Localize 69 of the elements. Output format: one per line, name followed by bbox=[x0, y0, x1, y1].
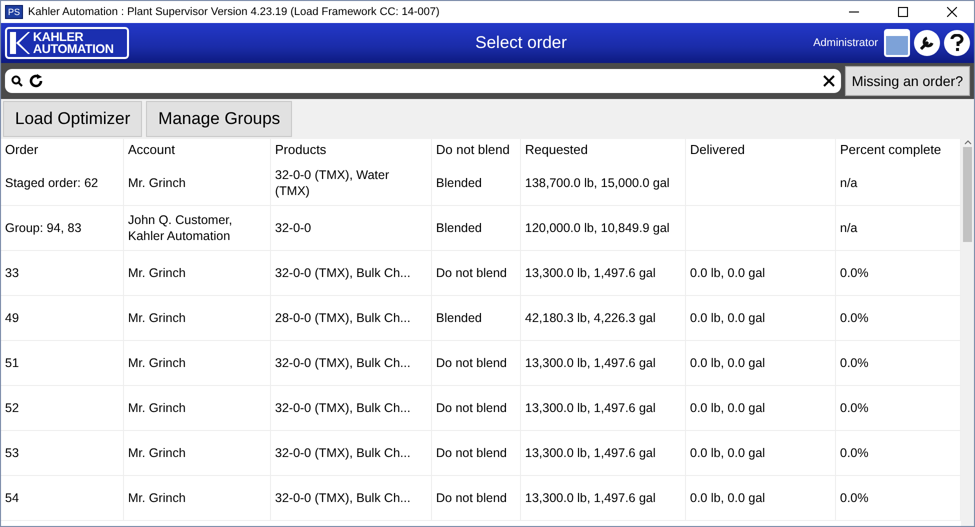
search-icon bbox=[11, 75, 23, 87]
help-icon[interactable] bbox=[944, 30, 970, 56]
table-cell: 0.0 lb, 0.0 gal bbox=[686, 296, 836, 341]
table-cell: Mr. Grinch bbox=[124, 251, 271, 296]
scrollbar[interactable] bbox=[961, 139, 974, 526]
table-cell: 32-0-0 (TMX), Bulk Ch... bbox=[271, 341, 432, 386]
table-cell: Do not blend bbox=[432, 476, 521, 521]
action-button[interactable]: Load Optimizer bbox=[3, 101, 142, 137]
table-cell: 0.0 lb, 0.0 gal bbox=[686, 251, 836, 296]
table-cell: 51 bbox=[1, 341, 124, 386]
table-cell: Blended bbox=[432, 161, 521, 206]
table-cell: Do not blend bbox=[432, 251, 521, 296]
column-header[interactable]: Requested bbox=[521, 139, 686, 161]
table-cell: 33 bbox=[1, 251, 124, 296]
table-cell: Mr. Grinch bbox=[124, 161, 271, 206]
column-header[interactable]: Delivered bbox=[686, 139, 836, 161]
table-cell: 54 bbox=[1, 476, 124, 521]
table-cell: 32-0-0 (TMX), Water (TMX) bbox=[271, 161, 432, 206]
table-cell: 42,180.3 lb, 4,226.3 gal bbox=[521, 296, 686, 341]
table-cell: Group: 94, 83 bbox=[1, 206, 124, 251]
search-field[interactable] bbox=[5, 69, 841, 93]
table-cell: John Q. Customer, Kahler Automation bbox=[124, 206, 271, 251]
table-cell: 13,300.0 lb, 1,497.6 gal bbox=[521, 431, 686, 476]
column-header[interactable]: Products bbox=[271, 139, 432, 161]
table-cell: 138,700.0 lb, 15,000.0 gal bbox=[521, 161, 686, 206]
table-cell: 32-0-0 bbox=[271, 206, 432, 251]
table-cell: Do not blend bbox=[432, 431, 521, 476]
scroll-thumb[interactable] bbox=[963, 147, 972, 242]
table-cell: 0.0 lb, 0.0 gal bbox=[686, 341, 836, 386]
table-cell: Do not blend bbox=[432, 341, 521, 386]
table-cell: Mr. Grinch bbox=[124, 296, 271, 341]
table-cell: 32-0-0 (TMX), Bulk Ch... bbox=[271, 431, 432, 476]
table-cell: 0.0 lb, 0.0 gal bbox=[686, 431, 836, 476]
table-cell: 13,300.0 lb, 1,497.6 gal bbox=[521, 251, 686, 296]
table-cell: 52 bbox=[1, 386, 124, 431]
column-header[interactable]: Do not blend bbox=[432, 139, 521, 161]
table-cell: 32-0-0 (TMX), Bulk Ch... bbox=[271, 251, 432, 296]
table-cell: 13,300.0 lb, 1,497.6 gal bbox=[521, 386, 686, 431]
table-cell: Blended bbox=[432, 206, 521, 251]
table-cell: Staged order: 62 bbox=[1, 161, 124, 206]
table-cell: 13,300.0 lb, 1,497.6 gal bbox=[521, 341, 686, 386]
table-cell: Mr. Grinch bbox=[124, 476, 271, 521]
table-cell: 0.0 lb, 0.0 gal bbox=[686, 476, 836, 521]
table-cell: Blended bbox=[432, 296, 521, 341]
app-icon: PS bbox=[5, 5, 24, 19]
page-title: Select order bbox=[474, 33, 568, 53]
table-cell: 28-0-0 (TMX), Bulk Ch... bbox=[271, 296, 432, 341]
scroll-up-icon[interactable] bbox=[964, 139, 972, 145]
table-cell: 32-0-0 (TMX), Bulk Ch... bbox=[271, 386, 432, 431]
user-name: Administrator bbox=[813, 37, 878, 49]
table-cell: 120,000.0 lb, 10,849.9 gal bbox=[521, 206, 686, 251]
clear-icon[interactable] bbox=[822, 75, 835, 87]
table-cell: 32-0-0 (TMX), Bulk Ch... bbox=[271, 476, 432, 521]
table-cell: Mr. Grinch bbox=[124, 431, 271, 476]
column-header[interactable]: Order bbox=[1, 139, 124, 161]
window-title: Kahler Automation : Plant Supervisor Version 4.23.19 (Load Framework CC: 14-007) bbox=[28, 6, 441, 18]
table-cell: 49 bbox=[1, 296, 124, 341]
table-cell: 53 bbox=[1, 431, 124, 476]
table-cell: 13,300.0 lb, 1,497.6 gal bbox=[521, 476, 686, 521]
table-cell: Do not blend bbox=[432, 386, 521, 431]
missing-order-button[interactable]: Missing an order? bbox=[844, 66, 970, 96]
company-logo: KAHLER AUTOMATION bbox=[5, 27, 129, 59]
wrench-icon[interactable] bbox=[914, 30, 940, 56]
table-cell: Mr. Grinch bbox=[124, 386, 271, 431]
table-cell: 0.0 lb, 0.0 gal bbox=[686, 386, 836, 431]
column-header[interactable]: Account bbox=[124, 139, 271, 161]
action-button[interactable]: Manage Groups bbox=[146, 101, 292, 137]
table-cell: Mr. Grinch bbox=[124, 341, 271, 386]
refresh-icon[interactable] bbox=[29, 74, 43, 88]
